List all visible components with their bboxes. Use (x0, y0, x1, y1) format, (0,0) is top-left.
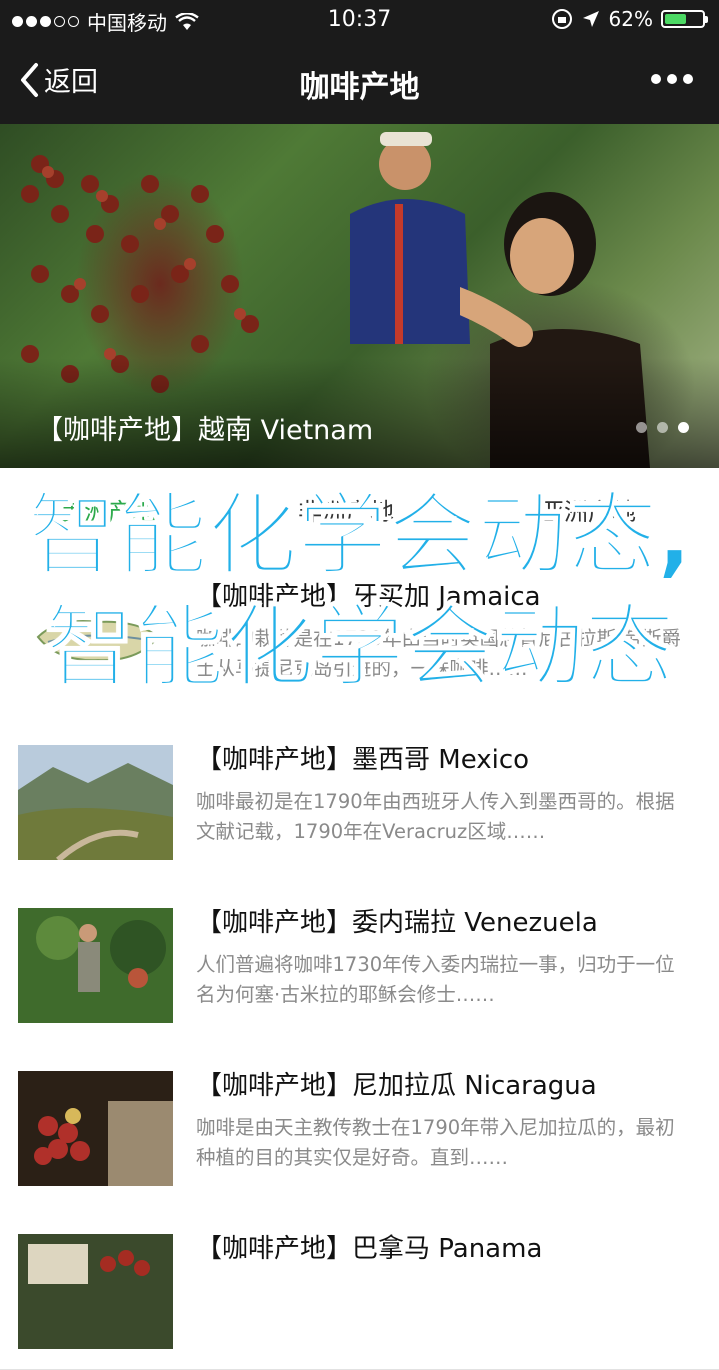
tab-asia[interactable]: 亚洲产地 (540, 492, 636, 527)
nicaragua-cherries-thumbnail (18, 1071, 173, 1186)
more-dot-icon (651, 74, 661, 84)
carousel-indicator[interactable] (636, 422, 689, 433)
battery-percent: 62% (608, 7, 653, 31)
list-item-desc (196, 1276, 686, 1336)
list-item-mexico[interactable]: 【咖啡产地】墨西哥 Mexico 咖啡最初是在1790年由西班牙人传入到墨西哥的… (0, 717, 719, 881)
navigation-bar: 返回 咖啡产地 (0, 40, 719, 124)
location-icon (582, 11, 599, 27)
status-bar: 中国移动 10:37 62% (0, 0, 719, 40)
more-dot-icon (667, 74, 677, 84)
battery-icon (661, 10, 708, 28)
list-item-desc: 人们普遍将咖啡1730年传入委内瑞拉一事，归功于一位名为何塞·古米拉的耶稣会修士… (196, 953, 675, 1006)
venezuela-farm-thumbnail (18, 908, 173, 1023)
tab-africa[interactable]: 非洲产地 (298, 492, 394, 527)
list-item-title: 【咖啡产地】巴拿马 Panama (196, 1234, 543, 1264)
tab-americas[interactable]: 美洲产地 (60, 492, 156, 527)
list-item-title: 【咖啡产地】尼加拉瓜 Nicaragua (196, 1071, 597, 1101)
list-item-desc: 咖啡是由天主教传教士在1790年带入尼加拉瓜的，最初种植的目的其实仅是好奇。直到… (196, 1116, 675, 1169)
carousel-dot[interactable] (636, 422, 647, 433)
list-item-desc: 咖啡最初是在1790年由西班牙人传入到墨西哥的。根据文献记载，1790年在Ver… (196, 790, 675, 843)
list-item-nicaragua[interactable]: 【咖啡产地】尼加拉瓜 Nicaragua 咖啡是由天主教传教士在1790年带入尼… (0, 1043, 719, 1207)
more-dot-icon (683, 74, 693, 84)
mexico-landscape-thumbnail (18, 745, 173, 860)
list-item-desc: 咖啡的栽种是在1730年由当时英国总督尼古拉斯·劳斯爵士从马提尼克岛引进的，一株… (196, 627, 681, 680)
list-item-title: 【咖啡产地】委内瑞拉 Venezuela (196, 908, 598, 938)
page-title: 咖啡产地 (299, 70, 420, 105)
list-item-venezuela[interactable]: 【咖啡产地】委内瑞拉 Venezuela 人们普遍将咖啡1730年传入委内瑞拉一… (0, 880, 719, 1044)
more-button[interactable] (651, 74, 693, 84)
list-item-title: 【咖啡产地】墨西哥 Mexico (196, 745, 530, 775)
hero-banner[interactable]: 【咖啡产地】越南 Vietnam (0, 124, 719, 468)
list-item-jamaica[interactable]: 【咖啡产地】牙买加 Jamaica 咖啡的栽种是在1730年由当时英国总督尼古拉… (0, 554, 719, 718)
jamaica-map-thumbnail (18, 582, 173, 697)
region-tabs: 美洲产地 非洲产地 亚洲产地 (0, 468, 719, 555)
list-item-panama[interactable]: 【咖啡产地】巴拿马 Panama (0, 1206, 719, 1370)
list-item-title: 【咖啡产地】牙买加 Jamaica (196, 582, 541, 612)
carousel-dot[interactable] (657, 422, 668, 433)
hero-caption: 【咖啡产地】越南 Vietnam (36, 415, 374, 446)
top-bar: 中国移动 10:37 62% 返回 咖啡产地 (0, 0, 719, 124)
status-right: 62% (551, 7, 708, 31)
carousel-dot-active[interactable] (678, 422, 689, 433)
panama-thumbnail (18, 1234, 173, 1349)
rotation-lock-icon (551, 9, 572, 29)
